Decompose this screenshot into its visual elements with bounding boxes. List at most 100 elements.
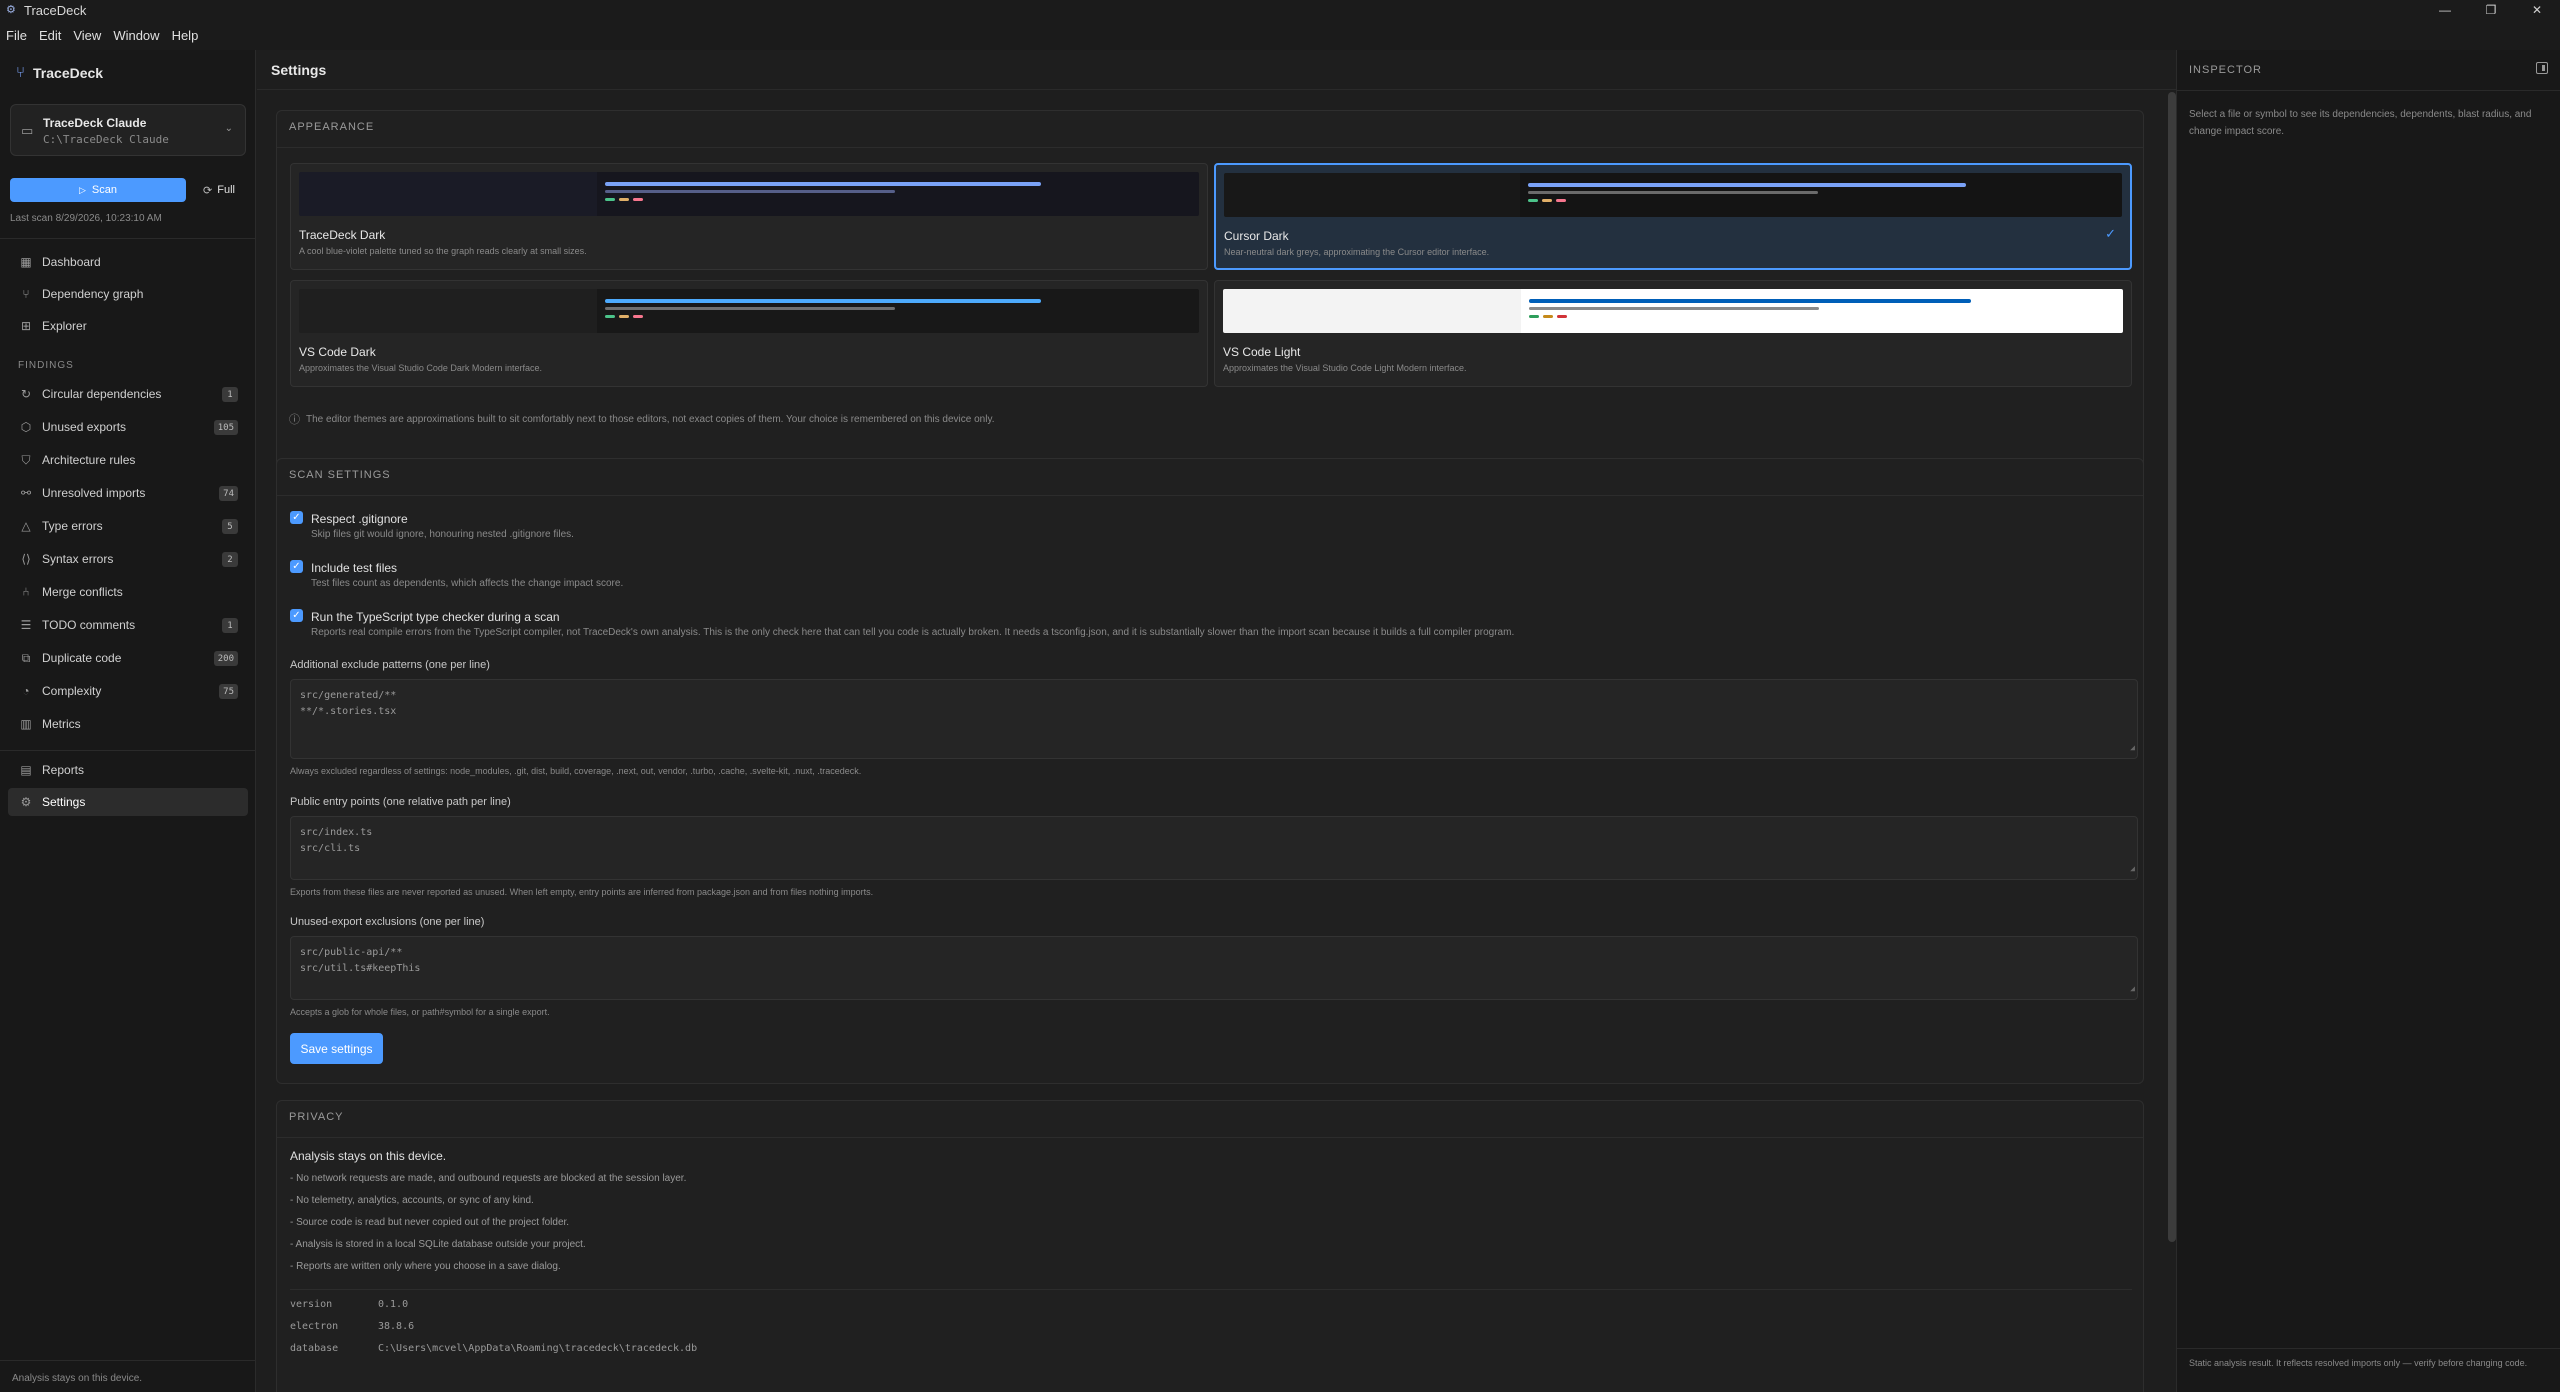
privacy-item: - Reports are written only where you cho… xyxy=(290,1261,561,1272)
scrollbar-thumb[interactable] xyxy=(2168,92,2176,1242)
nav-unused-exports[interactable]: ⬡ Unused exports 105 xyxy=(8,413,248,441)
inspector-empty-text: Select a file or symbol to see its depen… xyxy=(2189,109,2532,137)
privacy-status: Analysis stays on this device. xyxy=(12,1373,143,1384)
cycle-icon: ↻ xyxy=(20,387,32,401)
theme-card-tracedeck-dark[interactable]: TraceDeck Dark A cool blue-violet palett… xyxy=(290,163,1208,270)
minimize-icon[interactable]: — xyxy=(2422,0,2468,20)
theme-preview xyxy=(1224,173,2122,217)
resize-grip-icon[interactable]: ◢ xyxy=(2130,861,2135,877)
exclude-patterns-textarea[interactable]: src/generated/** **/*.stories.tsx ◢ xyxy=(290,679,2138,759)
theme-description: Approximates the Visual Studio Code Dark… xyxy=(299,363,542,373)
scan-button[interactable]: ▷ Scan xyxy=(10,178,186,202)
nav-label: Duplicate code xyxy=(42,651,122,665)
nav-label: Explorer xyxy=(42,319,87,333)
nav-dashboard[interactable]: ▦ Dashboard xyxy=(8,248,248,276)
info-value: C:\Users\mcvel\AppData\Roaming\tracedeck… xyxy=(378,1343,698,1354)
entry-points-textarea[interactable]: src/index.ts src/cli.ts ◢ xyxy=(290,816,2138,880)
page-header: Settings xyxy=(257,50,2177,90)
privacy-item: - Source code is read but never copied o… xyxy=(290,1217,570,1228)
inspector-footer: Static analysis result. It reflects reso… xyxy=(2177,1348,2560,1392)
theme-card-cursor-dark[interactable]: Cursor Dark Near-neutral dark greys, app… xyxy=(1214,163,2132,270)
project-selector[interactable]: ▭ TraceDeck Claude C:\TraceDeck Claude ⌄ xyxy=(10,104,246,156)
type-checker-checkbox[interactable]: ✓ xyxy=(290,609,303,622)
menu-help[interactable]: Help xyxy=(172,28,199,43)
page-title: Settings xyxy=(271,62,327,78)
nav-metrics[interactable]: ▥ Metrics xyxy=(8,710,248,738)
theme-description: Near-neutral dark greys, approximating t… xyxy=(1224,247,1490,257)
menu-bar: File Edit View Window Help xyxy=(0,20,2560,50)
scan-button-label: Scan xyxy=(91,184,117,196)
nav-label: Dependency graph xyxy=(42,287,144,301)
nav-unresolved-imports[interactable]: ⚯ Unresolved imports 74 xyxy=(8,479,248,507)
list-icon: ☰ xyxy=(20,618,32,632)
nav-duplicate-code[interactable]: ⧉ Duplicate code 200 xyxy=(8,644,248,672)
info-key: version xyxy=(290,1299,333,1310)
nav-dependency-graph[interactable]: ⑂ Dependency graph xyxy=(8,280,248,308)
privacy-item: - No telemetry, analytics, accounts, or … xyxy=(290,1195,534,1206)
respect-gitignore-checkbox[interactable]: ✓ xyxy=(290,511,303,524)
nav-syntax-errors[interactable]: ⟨⟩ Syntax errors 2 xyxy=(8,545,248,573)
nav-explorer[interactable]: ⊞ Explorer xyxy=(8,312,248,340)
gear-icon: ⚙ xyxy=(20,795,32,809)
theme-name: Cursor Dark xyxy=(1224,229,1289,243)
count-badge: 105 xyxy=(213,420,238,435)
last-scan-timestamp: Last scan 8/29/2026, 10:23:10 AM xyxy=(10,213,162,224)
nav-reports[interactable]: ▤ Reports xyxy=(8,756,248,784)
theme-card-vscode-dark[interactable]: VS Code Dark Approximates the Visual Stu… xyxy=(290,280,1208,387)
code-icon: ⟨⟩ xyxy=(21,552,31,566)
nav-label: Syntax errors xyxy=(42,552,114,566)
nav-complexity[interactable]: ◔ Complexity 75 xyxy=(8,677,248,705)
checkbox-label: Include test files xyxy=(311,561,398,575)
textarea-line: src/index.ts xyxy=(300,827,373,838)
nav-circular-dependencies[interactable]: ↻ Circular dependencies 1 xyxy=(8,380,248,408)
sidebar-footer: Analysis stays on this device. xyxy=(0,1360,256,1392)
nav-settings[interactable]: ⚙ Settings xyxy=(8,788,248,816)
warning-icon: △ xyxy=(21,519,31,533)
panel-toggle-icon[interactable] xyxy=(2536,62,2548,74)
version-row: version 0.1.0 xyxy=(290,1299,408,1310)
check-icon: ✓ xyxy=(2105,226,2116,241)
unused-exclusions-textarea[interactable]: src/public-api/** src/util.ts#keepThis ◢ xyxy=(290,936,2138,1000)
info-key: electron xyxy=(290,1321,339,1332)
nav-label: Metrics xyxy=(42,717,81,731)
full-scan-button[interactable]: ⟳ Full xyxy=(192,178,246,202)
menu-file[interactable]: File xyxy=(6,28,27,43)
info-value: 0.1.0 xyxy=(378,1299,409,1310)
window-controls: — ❐ ✕ xyxy=(2422,0,2560,20)
checkbox-description: Test files count as dependents, which af… xyxy=(311,578,624,589)
menu-window[interactable]: Window xyxy=(113,28,159,43)
theme-note-text: The editor themes are approximations bui… xyxy=(306,413,995,425)
gear-icon: ⚙ xyxy=(6,4,16,16)
info-icon: ⓘ xyxy=(289,414,300,426)
nav-todo-comments[interactable]: ☰ TODO comments 1 xyxy=(8,611,248,639)
count-badge: 200 xyxy=(213,651,238,666)
merge-icon: ⑃ xyxy=(22,585,30,599)
count-badge: 75 xyxy=(219,684,238,699)
divider xyxy=(277,495,2143,496)
nav-merge-conflicts[interactable]: ⑃ Merge conflicts xyxy=(8,578,248,606)
menu-edit[interactable]: Edit xyxy=(39,28,61,43)
menu-view[interactable]: View xyxy=(73,28,101,43)
count-badge: 1 xyxy=(222,387,238,402)
include-test-files-checkbox[interactable]: ✓ xyxy=(290,560,303,573)
nav-architecture-rules[interactable]: ⛉ Architecture rules xyxy=(8,446,248,474)
unused-exclusions-hint: Accepts a glob for whole files, or path#… xyxy=(290,1007,550,1017)
sidebar: ⑂ TraceDeck ▭ TraceDeck Claude C:\TraceD… xyxy=(0,50,256,1392)
resize-grip-icon[interactable]: ◢ xyxy=(2130,981,2135,997)
divider xyxy=(277,1137,2143,1138)
count-badge: 1 xyxy=(222,618,238,633)
save-settings-button[interactable]: Save settings xyxy=(290,1033,383,1064)
nav-label: Reports xyxy=(42,763,85,777)
textarea-line: src/generated/** xyxy=(300,690,397,701)
restore-icon[interactable]: ❐ xyxy=(2468,0,2514,20)
nav-label: Unused exports xyxy=(42,420,127,434)
textarea-line: **/*.stories.tsx xyxy=(300,706,397,717)
nav-type-errors[interactable]: △ Type errors 5 xyxy=(8,512,248,540)
shield-icon: ⛉ xyxy=(21,452,31,467)
close-icon[interactable]: ✕ xyxy=(2514,0,2560,20)
resize-grip-icon[interactable]: ◢ xyxy=(2130,740,2135,756)
theme-card-vscode-light[interactable]: VS Code Light Approximates the Visual St… xyxy=(1214,280,2132,387)
gauge-icon: ◔ xyxy=(22,684,30,698)
play-icon: ▷ xyxy=(79,184,86,195)
theme-name: VS Code Dark xyxy=(299,345,376,359)
